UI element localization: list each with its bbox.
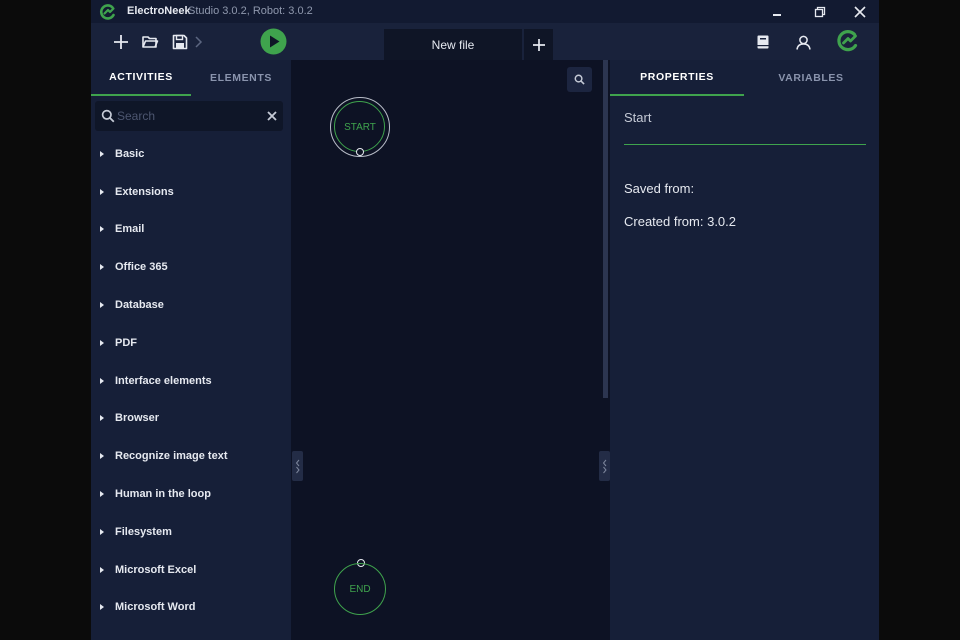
caret-right-icon xyxy=(100,264,104,271)
start-node-ring xyxy=(334,101,385,152)
created-from-text: Created from: 3.0.2 xyxy=(624,214,736,229)
category-label: Basic xyxy=(115,147,145,160)
category-label: Recognize image text xyxy=(115,450,228,463)
caret-right-icon xyxy=(100,377,104,384)
search-icon xyxy=(101,109,115,123)
category-microsoft-excel[interactable]: Microsoft Excel xyxy=(91,551,291,589)
new-button[interactable] xyxy=(110,31,132,53)
category-label: Office 365 xyxy=(115,261,168,274)
properties-panel: PROPERTIES VARIABLES Start Saved from: C… xyxy=(610,60,879,640)
workflow-canvas[interactable]: START END xyxy=(291,60,610,640)
category-label: Browser xyxy=(115,412,160,425)
caret-right-icon xyxy=(100,302,104,309)
close-button[interactable] xyxy=(842,0,878,23)
category-human-in-the-loop[interactable]: Human in the loop xyxy=(91,475,291,513)
category-basic[interactable]: Basic xyxy=(91,135,291,173)
minimize-icon xyxy=(773,13,781,16)
category-label: Extensions xyxy=(115,185,174,198)
category-label: Database xyxy=(115,299,164,312)
app-name: ElectroNeek xyxy=(127,5,191,17)
end-node[interactable]: END xyxy=(334,563,386,615)
clear-search-icon[interactable] xyxy=(266,110,278,122)
collapse-right-panel-handle[interactable] xyxy=(599,451,610,481)
plus-icon xyxy=(114,35,128,49)
category-label: Human in the loop xyxy=(115,488,211,501)
caret-right-icon xyxy=(100,150,104,157)
restore-button[interactable] xyxy=(802,0,838,23)
category-extensions[interactable]: Extensions xyxy=(91,173,291,211)
category-pdf[interactable]: PDF xyxy=(91,324,291,362)
caret-right-icon xyxy=(100,339,104,346)
category-label: Interface elements xyxy=(115,374,212,387)
start-node-output-port[interactable] xyxy=(355,148,364,156)
caret-right-icon xyxy=(100,226,104,233)
saved-from-text: Saved from: xyxy=(624,181,695,196)
run-button[interactable] xyxy=(260,28,287,55)
category-recognize-image-text[interactable]: Recognize image text xyxy=(91,437,291,475)
caret-right-icon xyxy=(100,566,104,573)
category-microsoft-word[interactable]: Microsoft Word xyxy=(91,589,291,627)
chevron-right-icon xyxy=(195,36,203,48)
category-label: PDF xyxy=(115,336,137,349)
caret-right-icon xyxy=(100,491,104,498)
activities-panel: ACTIVITIES ELEMENTS Basic Extensions Ema… xyxy=(91,60,291,640)
left-panel-tabs: ACTIVITIES ELEMENTS xyxy=(91,60,291,96)
category-office-365[interactable]: Office 365 xyxy=(91,248,291,286)
documentation-button[interactable] xyxy=(752,31,774,53)
category-filesystem[interactable]: Filesystem xyxy=(91,513,291,551)
category-interface-elements[interactable]: Interface elements xyxy=(91,362,291,400)
account-button[interactable] xyxy=(792,31,814,53)
minimize-button[interactable] xyxy=(759,0,795,23)
canvas-search-button[interactable] xyxy=(567,67,592,92)
tab-new-file[interactable]: New file xyxy=(384,29,522,60)
caret-right-icon xyxy=(100,415,104,422)
canvas-scrollbar[interactable] xyxy=(603,60,608,398)
collapse-chevrons-icon xyxy=(602,459,607,474)
close-icon xyxy=(854,5,866,18)
category-label: Microsoft Word xyxy=(115,601,196,614)
electroneek-hub-button[interactable] xyxy=(836,29,860,53)
restore-icon xyxy=(814,6,826,17)
book-icon xyxy=(757,35,769,49)
tab-new-file-label: New file xyxy=(431,37,475,52)
tab-properties[interactable]: PROPERTIES xyxy=(610,60,744,96)
activities-search xyxy=(95,101,283,131)
save-icon xyxy=(172,34,188,50)
electroneek-studio-window: ElectroNeek Studio 3.0.2, Robot: 3.0.2 N… xyxy=(91,0,879,640)
save-button[interactable] xyxy=(169,31,191,53)
electroneek-badge-icon xyxy=(837,30,858,52)
breadcrumb-chevron[interactable] xyxy=(190,31,206,53)
search-icon xyxy=(574,74,585,85)
tab-variables[interactable]: VARIABLES xyxy=(744,60,878,96)
caret-right-icon xyxy=(100,453,104,460)
search-input[interactable] xyxy=(117,106,257,126)
category-label: Email xyxy=(115,223,145,236)
end-node-label: END xyxy=(349,583,371,595)
node-name-underline xyxy=(624,144,866,145)
category-email[interactable]: Email xyxy=(91,211,291,249)
add-tab-button[interactable] xyxy=(524,29,553,60)
collapse-chevrons-icon xyxy=(295,459,300,474)
activity-category-list: Basic Extensions Email Office 365 Databa… xyxy=(91,135,291,626)
collapse-left-panel-handle[interactable] xyxy=(292,451,303,481)
category-label: Filesystem xyxy=(115,525,172,538)
open-button[interactable] xyxy=(139,31,161,53)
open-folder-icon xyxy=(142,36,159,48)
tab-elements[interactable]: ELEMENTS xyxy=(191,60,291,96)
tab-activities[interactable]: ACTIVITIES xyxy=(91,60,191,96)
app-version: Studio 3.0.2, Robot: 3.0.2 xyxy=(188,5,313,17)
user-icon xyxy=(795,35,811,50)
caret-right-icon xyxy=(100,188,104,195)
plus-icon xyxy=(532,38,545,51)
run-play-icon xyxy=(260,28,287,55)
caret-right-icon xyxy=(100,604,104,611)
node-name-field[interactable]: Start xyxy=(624,110,651,125)
title-bar: ElectroNeek Studio 3.0.2, Robot: 3.0.2 xyxy=(91,0,879,23)
category-browser[interactable]: Browser xyxy=(91,400,291,438)
category-label: Microsoft Excel xyxy=(115,563,197,576)
electroneek-logo-icon xyxy=(100,4,115,20)
caret-right-icon xyxy=(100,528,104,535)
category-database[interactable]: Database xyxy=(91,286,291,324)
